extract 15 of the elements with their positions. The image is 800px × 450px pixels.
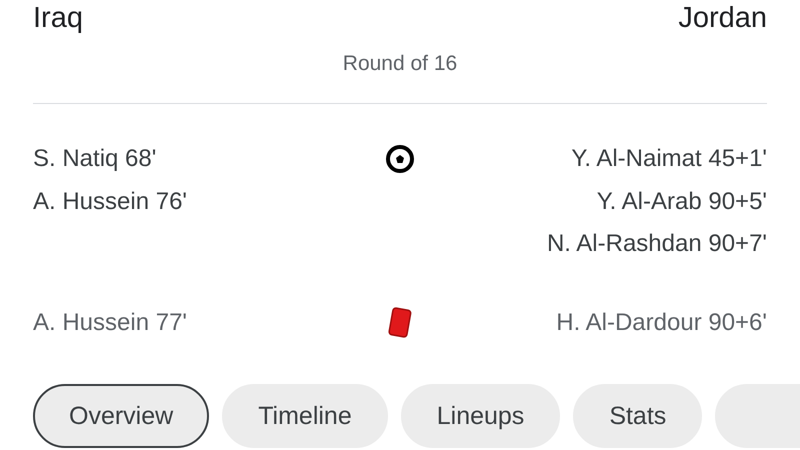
soccer-ball-icon (385, 144, 415, 174)
away-event: N. Al-Rashdan 90+7' (546, 229, 767, 259)
away-event: H. Al-Dardour 90+6' (556, 308, 767, 338)
tab[interactable]: Lineups (400, 384, 560, 448)
home-event: A. Hussein 76' (33, 186, 187, 216)
tab[interactable]: Timeline (222, 384, 388, 448)
home-event: S. Natiq 68' (33, 144, 156, 174)
tab[interactable]: Overview (33, 384, 210, 448)
match-stage: Round of 16 (342, 52, 458, 75)
home-event: A. Hussein 77' (33, 308, 187, 338)
home-team-name: Iraq (33, 2, 83, 34)
tab[interactable]: Stats (573, 384, 702, 448)
away-event: Y. Al-Arab 90+5' (596, 186, 767, 216)
away-event: Y. Al-Naimat 45+1' (571, 144, 767, 174)
away-team-name: Jordan (678, 2, 767, 34)
